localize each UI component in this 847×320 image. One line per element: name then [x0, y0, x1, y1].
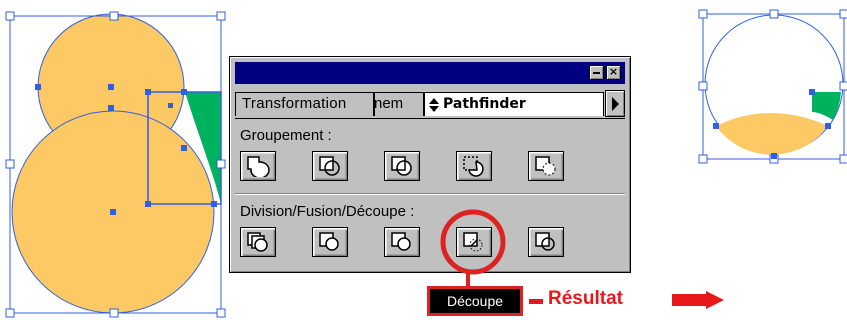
- merge-button[interactable]: [384, 227, 420, 257]
- trim-icon: [319, 232, 339, 251]
- tab-alignement[interactable]: nem: [374, 92, 424, 116]
- tab-transformation[interactable]: Transformation: [235, 92, 374, 116]
- tooltip-decoupe: Découpe: [427, 286, 523, 316]
- palette-menu-arrow-icon[interactable]: [605, 90, 625, 117]
- divide-button[interactable]: [240, 227, 276, 257]
- crop-icon: [463, 232, 483, 252]
- intersect-button[interactable]: [312, 151, 348, 181]
- merge-icon: [391, 232, 411, 251]
- close-button[interactable]: ×: [606, 65, 621, 80]
- intersect-icon: [319, 156, 340, 176]
- minus-back-icon: [535, 156, 556, 176]
- right-arrow-icon: [672, 291, 724, 309]
- minus-front-icon: [463, 156, 484, 177]
- outline-button[interactable]: [528, 227, 564, 257]
- original-shapes: [5, 11, 226, 318]
- exclude-button[interactable]: [384, 151, 420, 181]
- sort-arrows-icon: [429, 98, 439, 112]
- group-label-division: Division/Fusion/Découpe :: [240, 203, 415, 220]
- exclude-icon: [391, 156, 412, 176]
- tab-pathfinder-label: Pathfinder: [443, 96, 526, 112]
- tab-pathfinder[interactable]: Pathfinder: [424, 92, 604, 116]
- trim-button[interactable]: [312, 227, 348, 257]
- unite-button[interactable]: [240, 151, 276, 181]
- group-label-groupement: Groupement :: [240, 127, 332, 144]
- pathfinder-palette: × Transformation nem Pathfinder Groupeme…: [229, 56, 631, 273]
- result-orange[interactable]: [716, 113, 828, 155]
- palette-tabs: Transformation nem Pathfinder: [235, 90, 625, 119]
- section-divider: [235, 193, 625, 195]
- minimize-button[interactable]: [589, 65, 604, 80]
- result-green[interactable]: [812, 92, 841, 120]
- result-label: Résultat: [548, 288, 623, 309]
- minus-front-button[interactable]: [456, 151, 492, 181]
- close-icon: ×: [608, 65, 619, 78]
- unite-icon: [247, 156, 270, 177]
- crop-button[interactable]: [456, 227, 492, 257]
- result-dash: [529, 299, 543, 304]
- palette-title-bar[interactable]: ×: [235, 62, 625, 84]
- result-shape: [698, 9, 847, 164]
- minus-back-button[interactable]: [528, 151, 564, 181]
- outline-icon: [535, 232, 555, 251]
- divide-icon: [247, 232, 268, 252]
